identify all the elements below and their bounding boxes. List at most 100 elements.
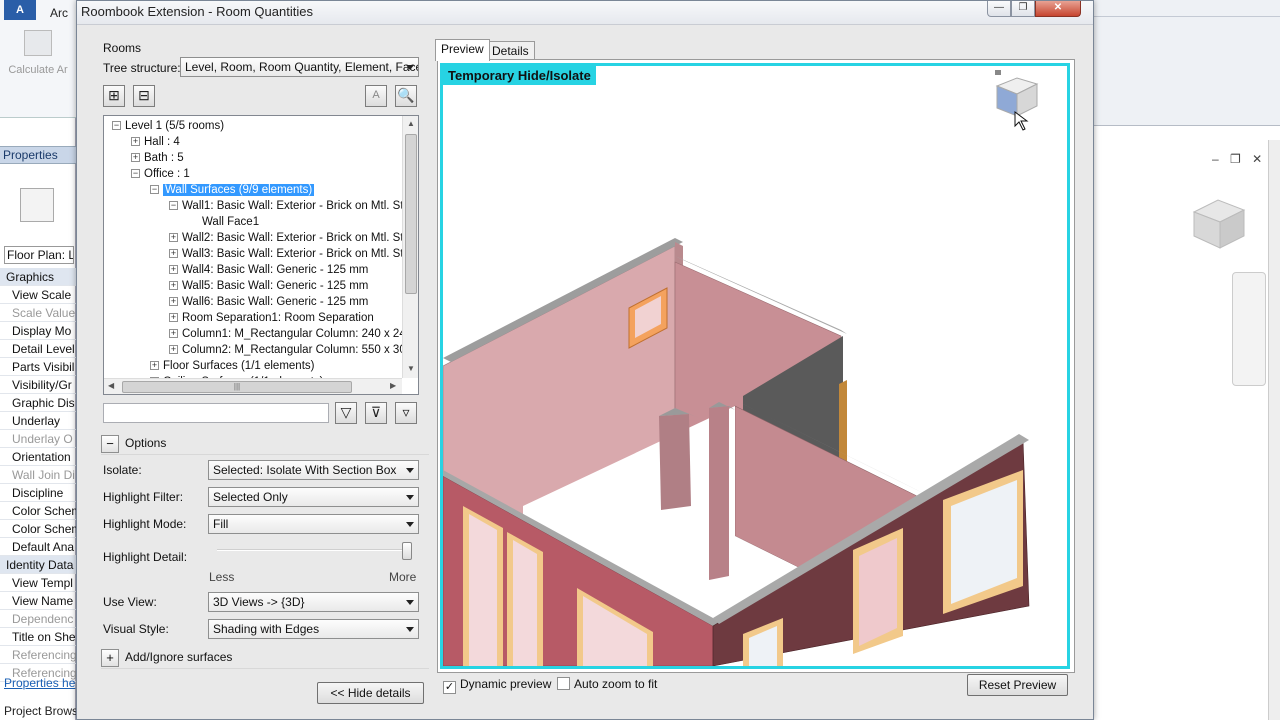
view-window-controls[interactable]: – ❐ ✕ bbox=[1212, 152, 1266, 166]
properties-row[interactable]: Underlay bbox=[0, 412, 76, 430]
collapse-icon[interactable]: − bbox=[112, 121, 121, 131]
tree-vscroll-thumb[interactable] bbox=[405, 134, 417, 294]
filter-settings-button[interactable]: ▿ bbox=[395, 402, 417, 424]
maximize-button[interactable]: ❐ bbox=[1011, 1, 1035, 17]
properties-row[interactable]: Scale Value bbox=[0, 304, 76, 322]
close-button[interactable]: ✕ bbox=[1035, 1, 1081, 17]
scroll-down-icon[interactable]: ▼ bbox=[407, 364, 415, 373]
tree-horizontal-scrollbar[interactable]: ◀ ||| ▶ bbox=[104, 378, 402, 394]
navigation-bar[interactable] bbox=[1232, 272, 1266, 386]
tree-node[interactable]: + Hall : 4 bbox=[131, 134, 180, 150]
tree-vertical-scrollbar[interactable]: ▲ ▼ bbox=[402, 116, 418, 378]
properties-row[interactable]: Parts Visibil bbox=[0, 358, 76, 376]
properties-row[interactable]: Visibility/Gr bbox=[0, 376, 76, 394]
room-tree[interactable]: +Ceiling Surfaces (1/1 elements)+Floor S… bbox=[103, 115, 419, 395]
zoom-button[interactable]: 🔍 bbox=[395, 85, 417, 107]
collapse-icon[interactable]: − bbox=[131, 169, 140, 179]
auto-zoom-checkbox[interactable]: Auto zoom to fit bbox=[557, 677, 657, 691]
tree-node[interactable]: + Wall5: Basic Wall: Generic - 125 mm bbox=[169, 278, 368, 294]
collapse-icon[interactable]: − bbox=[150, 185, 159, 195]
expand-icon[interactable]: + bbox=[150, 361, 159, 371]
highlight-filter-select[interactable]: Selected Only bbox=[208, 487, 419, 507]
checkbox-checked-icon[interactable]: ✓ bbox=[443, 681, 456, 694]
expand-icon[interactable]: + bbox=[131, 153, 140, 163]
properties-row[interactable]: Orientation bbox=[0, 448, 76, 466]
isolate-select[interactable]: Selected: Isolate With Section Box bbox=[208, 460, 419, 480]
expand-icon[interactable]: + bbox=[131, 137, 140, 147]
tree-node[interactable]: + Wall2: Basic Wall: Exterior - Brick on … bbox=[169, 230, 416, 246]
tree-hscroll-thumb[interactable]: ||| bbox=[122, 381, 352, 393]
preview-viewport[interactable]: Temporary Hide/Isolate bbox=[440, 63, 1070, 669]
dialog-title-bar[interactable]: Roombook Extension - Room Quantities — ❐… bbox=[77, 1, 1093, 25]
use-view-select[interactable]: 3D Views -> {3D} bbox=[208, 592, 419, 612]
properties-row[interactable]: Graphic Dis bbox=[0, 394, 76, 412]
expand-icon[interactable]: + bbox=[169, 329, 178, 339]
expand-icon[interactable]: + bbox=[169, 281, 178, 291]
properties-group-header[interactable]: Graphics bbox=[0, 268, 76, 286]
properties-row[interactable]: Detail Level bbox=[0, 340, 76, 358]
highlight-mode-select[interactable]: Fill bbox=[208, 514, 419, 534]
collapse-icon[interactable]: − bbox=[169, 201, 178, 211]
type-selector[interactable]: Floor Plan: L bbox=[4, 246, 74, 264]
properties-row[interactable]: View Scale bbox=[0, 286, 76, 304]
tree-node[interactable]: + Wall6: Basic Wall: Generic - 125 mm bbox=[169, 294, 368, 310]
properties-row[interactable]: Dependenc bbox=[0, 610, 76, 628]
properties-row[interactable]: Referencing bbox=[0, 646, 76, 664]
tree-node[interactable]: + Bath : 5 bbox=[131, 150, 184, 166]
hide-details-button[interactable]: << Hide details bbox=[317, 682, 424, 704]
drawing-scrollbar[interactable] bbox=[1268, 140, 1280, 720]
tab-preview[interactable]: Preview bbox=[435, 39, 490, 61]
properties-group-header[interactable]: Identity Data bbox=[0, 556, 76, 574]
filter-button[interactable]: ▽ bbox=[335, 402, 357, 424]
properties-row[interactable]: Color Schem bbox=[0, 502, 76, 520]
add-ignore-expand-button[interactable]: + bbox=[101, 649, 119, 667]
dynamic-preview-checkbox[interactable]: ✓ Dynamic preview bbox=[443, 677, 551, 694]
properties-row[interactable]: Discipline bbox=[0, 484, 76, 502]
tree-node[interactable]: − Office : 1 bbox=[131, 166, 190, 182]
tree-node[interactable]: − Wall Surfaces (9/9 elements) bbox=[150, 182, 315, 198]
tree-node[interactable]: + Wall3: Basic Wall: Exterior - Brick on … bbox=[169, 246, 416, 262]
properties-row[interactable]: Color Schem bbox=[0, 520, 76, 538]
expand-icon[interactable]: + bbox=[169, 265, 178, 275]
scroll-left-icon[interactable]: ◀ bbox=[108, 381, 114, 390]
calculate-areas-button[interactable]: Calculate Ar bbox=[2, 30, 74, 76]
properties-help-link[interactable]: Properties he bbox=[4, 676, 75, 690]
tree-node[interactable]: Wall Face1 bbox=[188, 214, 259, 230]
properties-row[interactable]: Default Ana bbox=[0, 538, 76, 556]
tree-structure-select[interactable]: Level, Room, Room Quantity, Element, Fac… bbox=[180, 57, 419, 77]
expand-icon[interactable]: + bbox=[169, 233, 178, 243]
expand-icon[interactable]: + bbox=[169, 249, 178, 259]
viewcube-icon[interactable] bbox=[991, 70, 1045, 132]
collapse-all-button[interactable]: ⊟ bbox=[133, 85, 155, 107]
expand-icon[interactable]: + bbox=[169, 345, 178, 355]
tree-node[interactable]: + Column1: M_Rectangular Column: 240 x 24… bbox=[169, 326, 418, 342]
properties-row[interactable]: Wall Join Di bbox=[0, 466, 76, 484]
tree-node[interactable]: + Floor Surfaces (1/1 elements) bbox=[150, 358, 314, 374]
checkbox-unchecked-icon[interactable] bbox=[557, 677, 570, 690]
ribbon-tab-architecture[interactable]: Arc bbox=[50, 6, 68, 20]
visual-style-select[interactable]: Shading with Edges bbox=[208, 619, 419, 639]
reset-preview-button[interactable]: Reset Preview bbox=[967, 674, 1068, 696]
text-label-button[interactable]: A bbox=[365, 85, 387, 107]
properties-row[interactable]: Display Mo bbox=[0, 322, 76, 340]
minimize-button[interactable]: — bbox=[987, 1, 1011, 17]
revit-app-logo[interactable]: A bbox=[4, 0, 36, 20]
expand-all-button[interactable]: ⊞ bbox=[103, 85, 125, 107]
tree-node[interactable]: + Room Separation1: Room Separation bbox=[169, 310, 374, 326]
viewcube-icon[interactable] bbox=[1190, 194, 1248, 250]
clear-filter-button[interactable]: ⊽ bbox=[365, 402, 387, 424]
tree-node[interactable]: − Wall1: Basic Wall: Exterior - Brick on … bbox=[169, 198, 416, 214]
properties-row[interactable]: View Templ bbox=[0, 574, 76, 592]
expand-icon[interactable]: + bbox=[169, 313, 178, 323]
tree-node[interactable]: − Level 1 (5/5 rooms) bbox=[112, 118, 224, 134]
properties-row[interactable]: Underlay O bbox=[0, 430, 76, 448]
expand-icon[interactable]: + bbox=[169, 297, 178, 307]
tree-node[interactable]: + Column2: M_Rectangular Column: 550 x 30… bbox=[169, 342, 418, 358]
scroll-up-icon[interactable]: ▲ bbox=[407, 119, 415, 128]
tree-node[interactable]: + Wall4: Basic Wall: Generic - 125 mm bbox=[169, 262, 368, 278]
properties-row[interactable]: Title on She bbox=[0, 628, 76, 646]
options-collapse-button[interactable]: − bbox=[101, 435, 119, 453]
properties-row[interactable]: View Name bbox=[0, 592, 76, 610]
highlight-detail-slider-thumb[interactable] bbox=[402, 542, 413, 560]
scroll-right-icon[interactable]: ▶ bbox=[390, 381, 396, 390]
